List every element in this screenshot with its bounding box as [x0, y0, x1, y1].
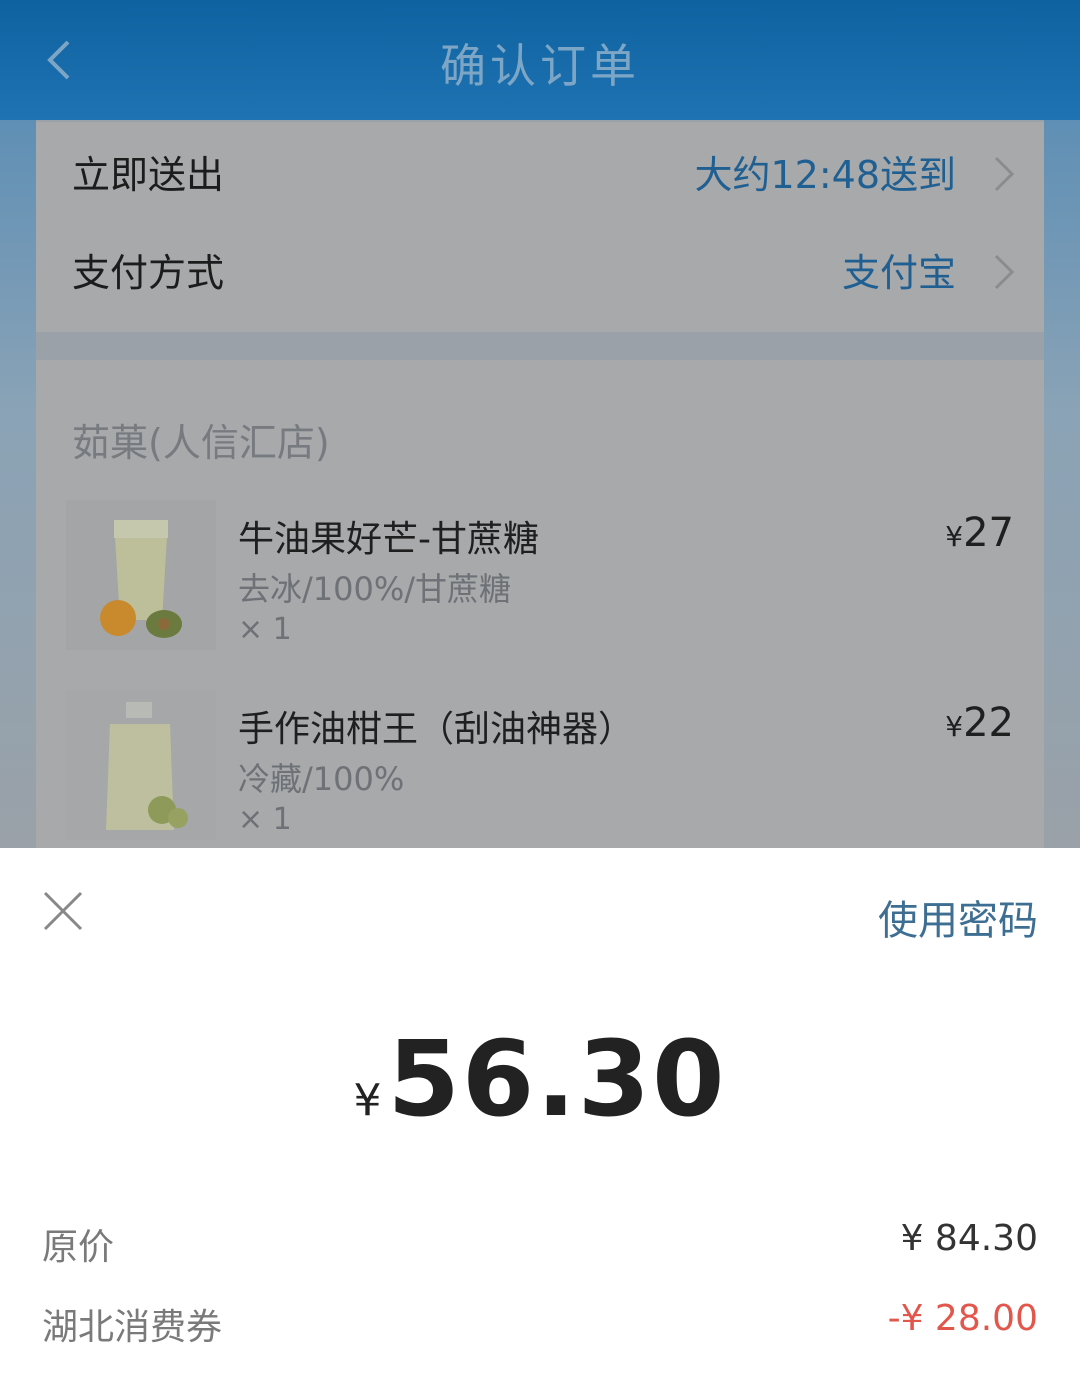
delivery-payment-card: 立即送出 大约12:48送到 支付方式 支付宝	[36, 122, 1044, 332]
coupon-discount-value: -¥ 28.00	[887, 1298, 1038, 1339]
top-navbar: 确认订单	[0, 0, 1080, 120]
coupon-label: 湖北消费券	[42, 1307, 223, 1348]
delivery-time-row[interactable]: 立即送出 大约12:48送到	[72, 144, 1016, 204]
close-icon[interactable]	[42, 890, 84, 932]
chevron-right-icon	[994, 254, 1015, 290]
currency-symbol: ¥	[945, 710, 964, 743]
item-price: ¥27	[945, 510, 1014, 556]
background-edge-right	[1044, 120, 1080, 848]
item-quantity: × 1	[238, 612, 292, 647]
order-item: 手作油柑王（刮油神器） 冷藏/100% × 1 ¥22	[66, 690, 1014, 848]
item-price-value: 22	[963, 700, 1014, 746]
avocado-mango-drink-image	[66, 500, 216, 650]
item-spec: 冷藏/100%	[238, 760, 405, 798]
use-password-button[interactable]: 使用密码	[878, 888, 1038, 946]
order-items-card: 茹菓(人信汇店) 牛油果好芒-甘蔗糖 去冰/100%/甘蔗糖 × 1 ¥27 手…	[36, 360, 1044, 848]
payment-amount: ¥56.30	[0, 1018, 1080, 1140]
item-quantity: × 1	[238, 802, 292, 837]
amount-value: 56.30	[387, 1018, 727, 1140]
original-price-row: 原价 ¥ 84.30	[42, 1218, 1038, 1268]
order-page-background: 确认订单 立即送出 大约12:48送到 支付方式 支付宝 茹菓(人信汇店) 牛油…	[0, 0, 1080, 848]
payment-method-value: 支付宝	[841, 251, 956, 295]
payment-method-row[interactable]: 支付方式 支付宝	[72, 242, 1016, 302]
currency-symbol: ¥	[945, 520, 964, 553]
chevron-right-icon	[994, 156, 1015, 192]
delivery-time-value: 大约12:48送到	[694, 153, 956, 197]
item-spec: 去冰/100%/甘蔗糖	[238, 570, 512, 608]
original-price-value: ¥ 84.30	[900, 1218, 1038, 1259]
item-name: 手作油柑王（刮油神器）	[238, 709, 635, 750]
item-price-value: 27	[963, 510, 1014, 556]
item-name: 牛油果好芒-甘蔗糖	[238, 519, 539, 560]
delivery-label: 立即送出	[72, 153, 225, 197]
original-price-label: 原价	[42, 1227, 115, 1268]
coupon-row: 湖北消费券 -¥ 28.00	[42, 1298, 1038, 1348]
currency-symbol: ¥	[353, 1075, 382, 1126]
payment-method-label: 支付方式	[72, 251, 225, 295]
order-item: 牛油果好芒-甘蔗糖 去冰/100%/甘蔗糖 × 1 ¥27	[66, 500, 1014, 660]
background-edge-left	[0, 120, 36, 848]
page-title: 确认订单	[440, 39, 640, 93]
payment-sheet: 使用密码 ¥56.30 原价 ¥ 84.30 湖北消费券 -¥ 28.00	[0, 848, 1080, 1386]
shop-name: 茹菓(人信汇店)	[72, 421, 330, 465]
item-price: ¥22	[945, 700, 1014, 746]
yuganzi-drink-image	[66, 690, 216, 840]
